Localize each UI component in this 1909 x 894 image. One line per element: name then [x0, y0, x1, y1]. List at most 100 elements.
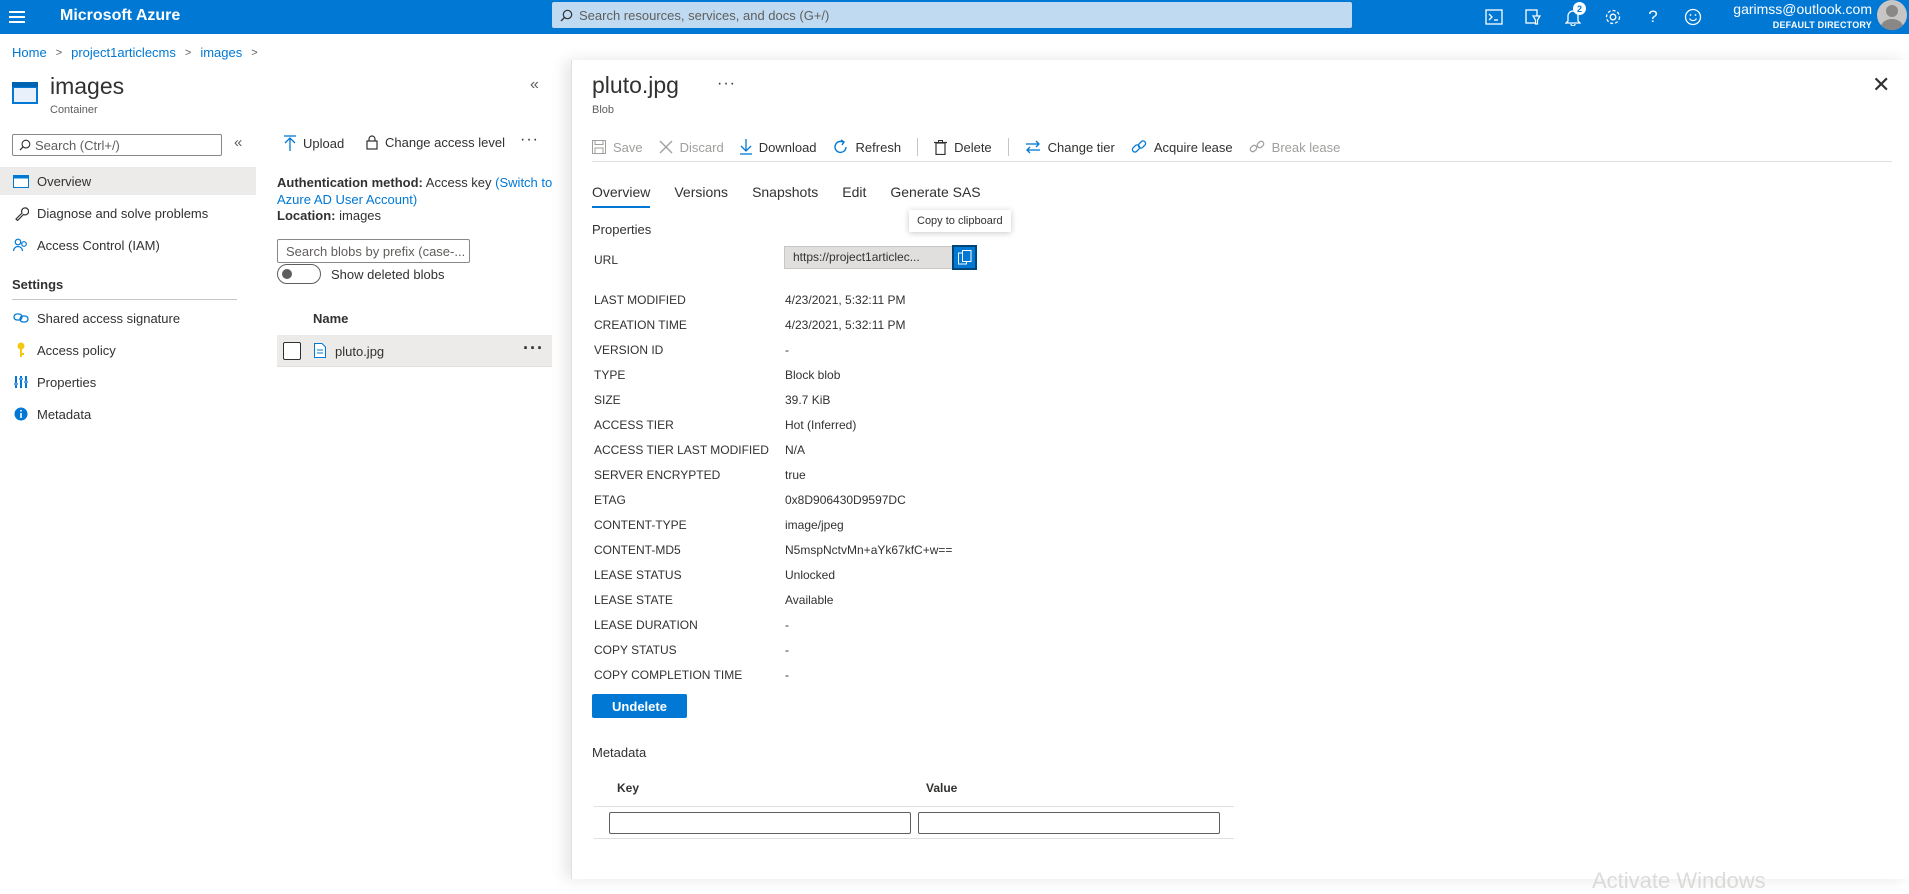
breadcrumb: Home > project1articlecms > images > — [12, 45, 267, 60]
divider — [594, 838, 1234, 839]
discard-x-icon — [659, 140, 673, 154]
property-value: 39.7 KiB — [785, 393, 831, 407]
property-key: LEASE DURATION — [594, 618, 698, 632]
account-menu[interactable]: garimss@outlook.com DEFAULT DIRECTORY — [1733, 1, 1872, 33]
directory-filter-icon[interactable] — [1520, 4, 1546, 30]
info-icon — [12, 405, 30, 423]
tab-versions[interactable]: Versions — [674, 184, 728, 208]
sidebar-item-label: Diagnose and solve problems — [37, 205, 209, 221]
property-key: TYPE — [594, 368, 626, 382]
blob-tabs: Overview Versions Snapshots Edit Generat… — [592, 184, 1005, 208]
property-value: Unlocked — [785, 568, 836, 582]
property-value: image/jpeg — [785, 518, 844, 532]
breadcrumb-storage-account[interactable]: project1articlecms — [71, 45, 176, 60]
blob-prefix-search[interactable] — [277, 239, 470, 263]
location-value: images — [339, 208, 382, 223]
settings-gear-icon[interactable] — [1600, 4, 1626, 30]
save-icon — [592, 140, 606, 154]
avatar[interactable] — [1877, 0, 1907, 30]
collapse-menu-icon[interactable]: « — [234, 134, 242, 151]
copy-tooltip: Copy to clipboard — [909, 210, 1011, 232]
undelete-button[interactable]: Undelete — [592, 694, 687, 718]
tab-overview[interactable]: Overview — [592, 184, 651, 208]
copy-to-clipboard-button[interactable] — [952, 245, 977, 270]
upload-button[interactable]: Upload — [284, 135, 344, 151]
save-button[interactable]: Save — [592, 140, 643, 155]
breadcrumb-home[interactable]: Home — [12, 45, 47, 60]
search-icon — [19, 139, 31, 151]
property-key: CONTENT-MD5 — [594, 543, 681, 557]
tab-generate-sas[interactable]: Generate SAS — [890, 184, 980, 208]
sidebar-item-label: Overview — [37, 173, 92, 189]
blob-prefix-search-input[interactable] — [286, 240, 464, 262]
blob-name[interactable]: pluto.jpg — [335, 344, 384, 359]
property-value: Available — [785, 593, 834, 607]
delete-button[interactable]: Delete — [934, 139, 992, 155]
column-header-name[interactable]: Name — [313, 311, 348, 326]
table-row[interactable]: pluto.jpg ··· — [277, 335, 552, 367]
sidebar-item-properties[interactable]: Properties — [0, 368, 256, 396]
menu-search-input[interactable] — [35, 137, 215, 153]
toolbar-divider — [1007, 138, 1009, 156]
location-label: Location: — [277, 208, 336, 223]
property-value: N/A — [785, 443, 806, 457]
settings-group-header: Settings — [12, 277, 64, 292]
global-search[interactable] — [552, 2, 1352, 28]
metadata-key-input[interactable] — [609, 812, 911, 834]
sidebar-item-overview[interactable]: Overview — [0, 167, 256, 195]
tab-snapshots[interactable]: Snapshots — [752, 184, 818, 208]
property-value: - — [785, 643, 789, 657]
blob-more-button[interactable]: ··· — [717, 75, 736, 93]
close-icon[interactable]: ✕ — [1872, 72, 1890, 98]
help-icon[interactable]: ? — [1640, 4, 1666, 30]
collapse-blade-icon[interactable]: « — [530, 76, 539, 94]
menu-search[interactable] — [12, 134, 222, 156]
property-key: SERVER ENCRYPTED — [594, 468, 721, 482]
sidebar-item-diagnose[interactable]: Diagnose and solve problems — [0, 199, 256, 227]
cloud-shell-icon[interactable] — [1481, 4, 1507, 30]
break-lease-button[interactable]: Break lease — [1249, 139, 1340, 155]
property-key: ACCESS TIER — [594, 418, 674, 432]
url-field[interactable]: https://project1articlec... — [784, 246, 954, 269]
save-label: Save — [613, 139, 643, 155]
show-deleted-toggle[interactable] — [277, 264, 321, 284]
acquire-lease-button[interactable]: Acquire lease — [1131, 139, 1233, 155]
blob-toolbar: Save Discard Download Refresh Delete Cha… — [592, 132, 1356, 162]
refresh-button[interactable]: Refresh — [833, 139, 901, 155]
metadata-value-input[interactable] — [918, 812, 1220, 834]
sidebar-item-label: Metadata — [37, 406, 92, 422]
brand-title[interactable]: Microsoft Azure — [60, 7, 180, 25]
sidebar-item-iam[interactable]: Access Control (IAM) — [0, 231, 256, 259]
file-icon — [314, 343, 326, 361]
container-icon — [12, 82, 38, 104]
search-icon — [560, 9, 573, 21]
notifications-bell-icon[interactable]: 2 — [1560, 2, 1586, 30]
property-value: N5mspNctvMn+aYk67kfC+w== — [785, 543, 953, 557]
sidebar-item-label: Shared access signature — [37, 310, 181, 326]
download-button[interactable]: Download — [739, 139, 817, 155]
page-title: images — [50, 73, 125, 99]
sidebar-item-sas[interactable]: Shared access signature — [0, 304, 256, 332]
sidebar-item-metadata[interactable]: Metadata — [0, 400, 256, 428]
breadcrumb-container[interactable]: images — [200, 45, 242, 60]
change-access-level-button[interactable]: Change access level — [366, 135, 505, 150]
link-icon — [12, 309, 30, 327]
auth-label: Authentication method: — [277, 175, 423, 190]
row-more-icon[interactable]: ··· — [523, 338, 544, 359]
acquire-lease-label: Acquire lease — [1153, 139, 1233, 155]
blob-details-panel: pluto.jpg ··· Blob ✕ Save Discard Downlo… — [571, 60, 1909, 893]
auth-value: Access key — [425, 175, 492, 190]
auth-method: Authentication method: Access key (Switc… — [277, 174, 557, 208]
feedback-smiley-icon[interactable] — [1680, 4, 1706, 30]
property-value: true — [785, 468, 806, 482]
global-search-input[interactable] — [579, 7, 1339, 23]
sidebar-item-access-policy[interactable]: Access policy — [0, 336, 256, 364]
more-commands-button[interactable]: ··· — [520, 131, 539, 149]
row-checkbox[interactable] — [283, 342, 301, 360]
property-value: - — [785, 618, 789, 632]
properties-section-title: Properties — [592, 222, 652, 237]
tab-edit[interactable]: Edit — [842, 184, 866, 208]
hamburger-menu-icon[interactable] — [7, 7, 27, 27]
discard-button[interactable]: Discard — [659, 140, 724, 155]
change-tier-button[interactable]: Change tier — [1025, 140, 1115, 155]
